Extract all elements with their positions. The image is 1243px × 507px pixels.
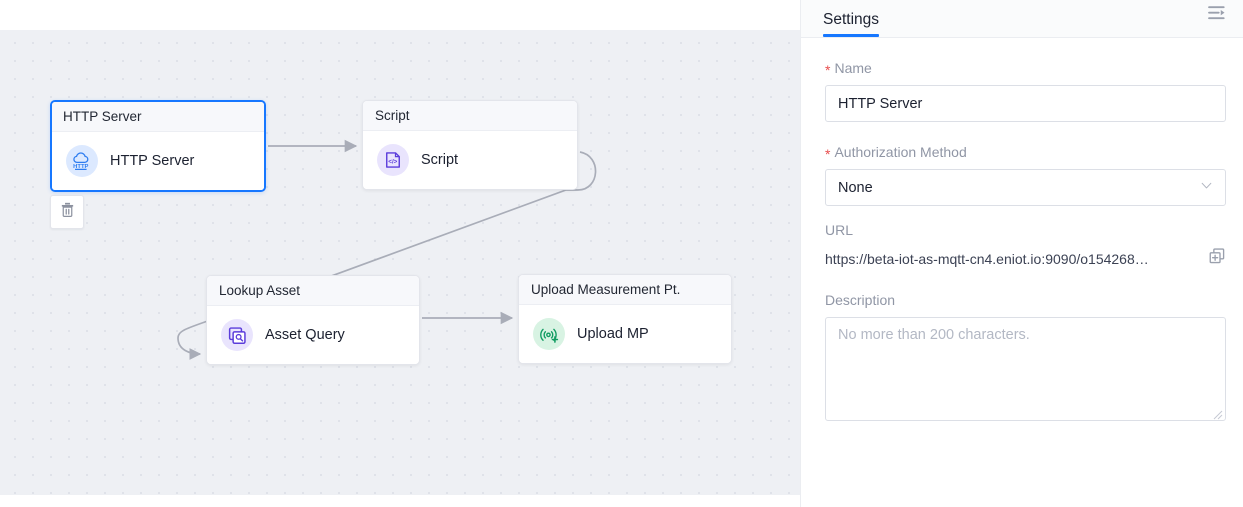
node-body: Upload MP [519, 305, 731, 363]
svg-text:</>: </> [388, 159, 397, 166]
node-http-server[interactable]: HTTP Server HTTP HTTP Server [50, 100, 266, 192]
collapse-panel-button[interactable] [1207, 3, 1227, 28]
node-lookup-asset[interactable]: Lookup Asset Asset Query [206, 275, 420, 365]
field-authorization-method: * Authorization Method None [825, 144, 1226, 206]
label-text: URL [825, 222, 854, 238]
url-value: https://beta-iot-as-mqtt-cn4.eniot.io:90… [825, 250, 1149, 267]
code-file-icon: </> [377, 144, 409, 176]
label-text: Name [834, 60, 872, 76]
node-title: Script [363, 101, 577, 131]
copy-url-button[interactable] [1208, 247, 1226, 270]
field-description-label: Description [825, 292, 1226, 308]
node-upload-measurement-pt[interactable]: Upload Measurement Pt. Upload MP [518, 274, 732, 364]
description-textarea[interactable]: No more than 200 characters. [825, 317, 1226, 421]
http-cloud-icon: HTTP [66, 145, 98, 177]
field-url: URL https://beta-iot-as-mqtt-cn4.eniot.i… [825, 222, 1226, 270]
copy-icon [1208, 247, 1226, 270]
node-title: HTTP Server [52, 102, 264, 132]
node-script[interactable]: Script </> Script [362, 100, 578, 190]
field-authorization-method-label: * Authorization Method [825, 144, 1226, 162]
node-label: Asset Query [265, 327, 345, 343]
chevron-down-icon [1200, 179, 1213, 196]
field-name: * Name HTTP Server [825, 60, 1226, 122]
collapse-panel-icon [1207, 3, 1227, 28]
required-asterisk: * [825, 62, 831, 78]
node-title: Upload Measurement Pt. [519, 275, 731, 305]
signal-upload-icon [533, 318, 565, 350]
settings-panel: Settings * Name HTTP Server * Authorizat… [800, 0, 1243, 507]
panel-header: Settings [801, 0, 1243, 38]
required-asterisk: * [825, 146, 831, 162]
authorization-method-select[interactable]: None [825, 169, 1226, 206]
workflow-canvas[interactable]: HTTP Server HTTP HTTP Server Script </> … [0, 30, 800, 495]
field-description: Description No more than 200 characters. [825, 292, 1226, 421]
url-row: https://beta-iot-as-mqtt-cn4.eniot.io:90… [825, 247, 1226, 270]
node-body: Asset Query [207, 306, 419, 364]
field-name-label: * Name [825, 60, 1226, 78]
node-label: Script [421, 152, 459, 168]
resize-grip-icon[interactable] [1213, 408, 1223, 420]
field-url-label: URL [825, 222, 1226, 238]
delete-node-button[interactable] [50, 195, 84, 229]
tab-settings[interactable]: Settings [823, 11, 880, 37]
panel-body: * Name HTTP Server * Authorization Metho… [801, 38, 1243, 421]
trash-icon [59, 201, 76, 223]
node-body: </> Script [363, 131, 577, 189]
node-label: Upload MP [577, 326, 649, 342]
node-body: HTTP HTTP Server [52, 132, 264, 190]
asset-query-icon [221, 319, 253, 351]
selected-value: None [838, 179, 873, 196]
node-title: Lookup Asset [207, 276, 419, 306]
label-text: Description [825, 292, 896, 308]
workflow-editor: HTTP Server HTTP HTTP Server Script </> … [0, 0, 1243, 507]
label-text: Authorization Method [834, 144, 967, 160]
name-input[interactable]: HTTP Server [825, 85, 1226, 122]
node-label: HTTP Server [110, 153, 195, 169]
